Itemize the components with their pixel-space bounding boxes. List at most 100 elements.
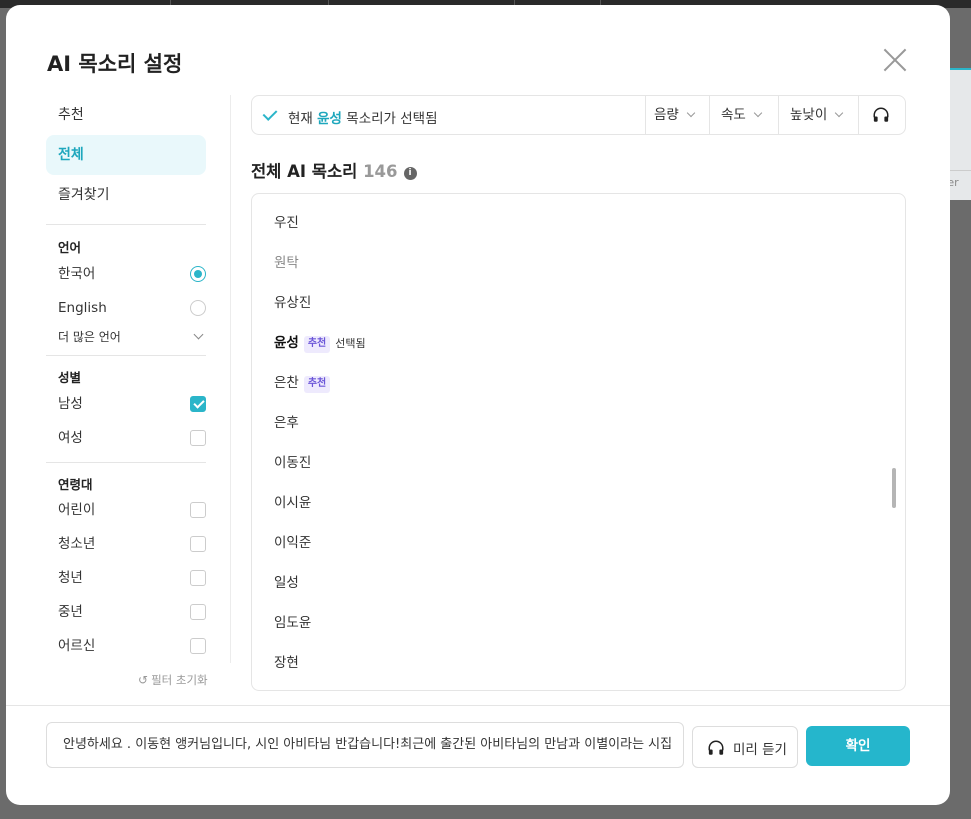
chevron-down-icon — [753, 108, 763, 118]
voice-name: 은찬 — [274, 375, 299, 391]
reset-filters-label: 필터 초기화 — [151, 673, 208, 687]
voice-item[interactable]: 은후 — [274, 411, 299, 435]
chevron-down-icon — [193, 329, 204, 340]
current-voice-status-bar: 현재 윤성 목소리가 선택됨 음량 속도 높낮이 — [251, 95, 906, 135]
checkbox[interactable] — [190, 502, 206, 518]
gender-option-label: 남성 — [58, 396, 83, 412]
gender-heading: 성별 — [58, 370, 82, 385]
voice-item[interactable]: 이시윤 — [274, 491, 311, 515]
pitch-dropdown[interactable]: 높낮이 — [778, 96, 844, 134]
gender-option-female[interactable]: 여성 — [58, 426, 206, 450]
speed-dropdown[interactable]: 속도 — [709, 96, 763, 134]
headphones-icon[interactable] — [872, 106, 890, 124]
radio-button[interactable] — [190, 300, 206, 316]
language-option-label: English — [58, 300, 107, 316]
age-option-middle-aged[interactable]: 중년 — [58, 600, 206, 624]
category-favorites[interactable]: 즐겨찾기 — [46, 175, 206, 215]
voice-item[interactable]: 이동진 — [274, 451, 311, 475]
language-option-korean[interactable]: 한국어 — [58, 262, 206, 286]
more-languages-dropdown[interactable]: 더 많은 언어 — [58, 325, 206, 349]
status-suffix: 목소리가 선택됨 — [346, 111, 438, 127]
volume-label: 음량 — [654, 107, 679, 123]
voice-item[interactable]: 유상진 — [274, 291, 311, 315]
preview-button[interactable]: 미리 듣기 — [692, 726, 798, 768]
checkbox[interactable] — [190, 536, 206, 552]
reset-filters-button[interactable]: ↺ 필터 초기화 — [138, 672, 208, 688]
voice-name: 이동진 — [274, 455, 312, 471]
voice-name: 임도윤 — [274, 615, 312, 631]
voice-list-title-text: 전체 AI 목소리 — [251, 162, 358, 181]
modal-title: AI 목소리 설정 — [47, 52, 183, 76]
footer-divider — [6, 705, 950, 706]
voice-name: 이시윤 — [274, 495, 312, 511]
voice-item[interactable]: 원탁 — [274, 251, 299, 275]
voice-item[interactable]: 우진 — [274, 211, 299, 235]
headphones-icon — [708, 740, 724, 755]
sidebar-divider — [46, 224, 206, 225]
voice-list-title: 전체 AI 목소리 146 i — [251, 158, 417, 182]
refresh-icon: ↺ — [138, 673, 149, 687]
filter-sidebar: 추천 전체 즐겨찾기 언어 한국어 English 더 많은 언어 성별 남성 … — [46, 95, 208, 692]
close-button[interactable] — [882, 47, 908, 73]
voice-name: 원탁 — [274, 255, 299, 271]
speed-label: 속도 — [721, 107, 746, 123]
voice-item[interactable]: 일성 — [274, 571, 299, 595]
voice-count: 146 — [363, 162, 398, 181]
control-divider — [858, 96, 859, 134]
current-voice-status: 현재 윤성 목소리가 선택됨 — [288, 107, 438, 127]
more-languages-label: 더 많은 언어 — [58, 330, 121, 344]
volume-dropdown[interactable]: 음량 — [642, 96, 696, 134]
category-all[interactable]: 전체 — [46, 135, 206, 175]
voice-name: 우진 — [274, 215, 299, 231]
checkbox[interactable] — [190, 430, 206, 446]
age-option-label: 어린이 — [58, 502, 96, 518]
age-option-senior[interactable]: 어르신 — [58, 634, 206, 658]
chevron-down-icon — [686, 108, 696, 118]
info-icon[interactable]: i — [403, 167, 417, 180]
sidebar-divider — [46, 462, 206, 463]
voice-item[interactable]: 임도윤 — [274, 611, 311, 635]
age-option-young-adult[interactable]: 청년 — [58, 566, 206, 590]
selected-tag: 선택됨 — [335, 337, 366, 350]
current-voice-name: 윤성 — [317, 111, 342, 127]
language-option-label: 한국어 — [58, 266, 96, 282]
age-heading: 연령대 — [58, 477, 93, 492]
voice-item-selected[interactable]: 윤성 추천 선택됨 — [274, 331, 366, 355]
age-option-label: 중년 — [58, 604, 83, 620]
voice-item[interactable]: 이익준 — [274, 531, 311, 555]
gender-option-male[interactable]: 남성 — [58, 392, 206, 416]
voice-name: 장현 — [274, 655, 299, 671]
voice-name: 유상진 — [274, 295, 312, 311]
chevron-down-icon — [835, 108, 844, 118]
checkbox[interactable] — [190, 604, 206, 620]
check-icon — [262, 106, 278, 121]
category-recommended[interactable]: 추천 — [46, 95, 206, 135]
preview-button-label: 미리 듣기 — [733, 742, 787, 758]
checkbox[interactable] — [190, 570, 206, 586]
voice-name: 이익준 — [274, 535, 312, 551]
status-prefix: 현재 — [288, 111, 313, 127]
gender-option-label: 여성 — [58, 430, 83, 446]
sidebar-divider — [46, 355, 206, 356]
age-option-label: 청년 — [58, 570, 83, 586]
checkbox[interactable] — [190, 396, 206, 412]
ai-voice-settings-modal: AI 목소리 설정 추천 전체 즐겨찾기 언어 한국어 English 더 많은… — [6, 5, 950, 805]
age-option-label: 어르신 — [58, 638, 96, 654]
checkbox[interactable] — [190, 638, 206, 654]
recommended-badge: 추천 — [303, 376, 331, 393]
sidebar-vertical-divider — [230, 95, 231, 663]
preview-text-input[interactable]: 안녕하세요 . 이동현 앵커님입니다, 시인 아비타님 반갑습니다!최근에 출간… — [46, 722, 684, 768]
recommended-badge: 추천 — [303, 336, 331, 353]
voice-name: 윤성 — [274, 335, 299, 351]
voice-list: 우진 원탁 유상진 윤성 추천 선택됨 은찬 추천 은후 이동진 이시윤 이익준 일성… — [251, 193, 906, 691]
pitch-label: 높낮이 — [790, 107, 828, 123]
age-option-teen[interactable]: 청소년 — [58, 532, 206, 556]
radio-button[interactable] — [190, 266, 206, 282]
voice-item[interactable]: 장현 — [274, 651, 299, 675]
confirm-button[interactable]: 확인 — [806, 726, 910, 766]
age-option-child[interactable]: 어린이 — [58, 498, 206, 522]
list-scrollbar[interactable] — [892, 468, 896, 508]
age-option-label: 청소년 — [58, 536, 96, 552]
voice-item[interactable]: 은찬 추천 — [274, 371, 331, 395]
language-option-english[interactable]: English — [58, 296, 206, 320]
